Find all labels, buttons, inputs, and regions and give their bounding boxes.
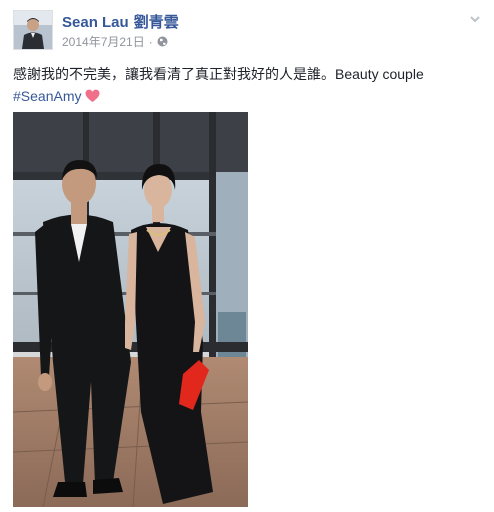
avatar-image xyxy=(14,11,52,49)
post-meta: 2014年7月21日 · xyxy=(62,33,168,50)
author-name-link[interactable]: Sean Lau 劉青雲 xyxy=(62,11,184,32)
post-text: 感謝我的不完美，讓我看清了真正對我好的人是誰。Beauty couple #Se… xyxy=(13,63,483,107)
hashtag-link[interactable]: #SeanAmy xyxy=(13,88,81,104)
couple-photo-image xyxy=(13,112,248,507)
globe-icon[interactable] xyxy=(157,36,168,47)
chevron-down-icon[interactable] xyxy=(468,12,482,26)
facebook-post: Sean Lau 劉青雲 2014年7月21日 · 感謝我的不完美，讓我看清了真正… xyxy=(0,0,494,512)
meta-separator: · xyxy=(148,34,153,49)
post-date[interactable]: 2014年7月21日 xyxy=(62,33,145,50)
author-avatar[interactable] xyxy=(13,10,53,50)
heart-icon xyxy=(85,87,100,102)
author-name-cjk: 劉青雲 xyxy=(133,14,179,31)
post-text-line: 感謝我的不完美，讓我看清了真正對我好的人是誰。Beauty couple xyxy=(13,66,424,82)
post-photo[interactable] xyxy=(13,112,248,507)
author-name: Sean Lau xyxy=(62,14,129,31)
